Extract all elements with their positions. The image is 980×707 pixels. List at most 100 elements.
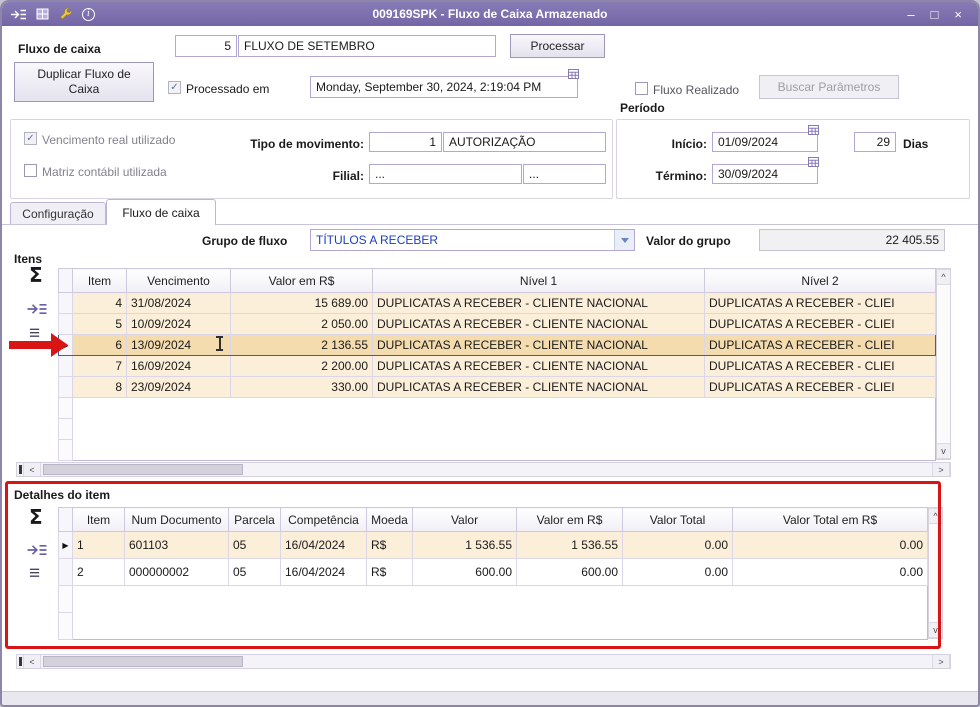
tab-configuracao[interactable]: Configuração [10, 202, 106, 224]
grid-icon[interactable] [36, 8, 49, 20]
row-selector[interactable] [59, 314, 73, 335]
calendar-icon[interactable] [568, 69, 579, 79]
fluxo-nome-field[interactable]: FLUXO DE SETEMBRO [238, 35, 496, 57]
row-selector[interactable] [59, 377, 73, 398]
scroll-track[interactable] [937, 285, 950, 443]
filial-label: Filial: [304, 169, 364, 183]
wrench-icon[interactable] [58, 7, 73, 21]
cell[interactable]: 6 [73, 335, 127, 356]
cell[interactable]: DUPLICATAS A RECEBER - CLIEI [705, 377, 936, 398]
valor-do-grupo-value: 22 405.55 [886, 233, 939, 247]
title-bar[interactable]: i 009169SPK - Fluxo de Caixa Armazenado … [2, 2, 978, 26]
cell[interactable]: 31/08/2024 [127, 293, 231, 314]
minimize-button[interactable]: – [907, 7, 914, 22]
buscar-parametros-button[interactable]: Buscar Parâmetros [759, 75, 899, 99]
cell[interactable]: DUPLICATAS A RECEBER - CLIENTE NACIONAL [373, 293, 705, 314]
processado-em-date-field[interactable]: Monday, September 30, 2024, 2:19:04 PM [310, 76, 578, 98]
empty-row [59, 419, 936, 440]
matriz-contabil-checkbox[interactable] [24, 164, 37, 177]
maximize-button[interactable]: □ [931, 7, 939, 22]
table-row[interactable]: ▶613/09/20242 136.55DUPLICATAS A RECEBER… [59, 335, 936, 356]
column-header[interactable]: Nível 2 [705, 269, 936, 293]
scroll-track[interactable] [41, 655, 932, 668]
table-row[interactable]: 431/08/202415 689.00DUPLICATAS A RECEBER… [59, 293, 936, 314]
fluxo-numero-field[interactable]: 5 [175, 35, 237, 57]
cell[interactable]: 330.00 [231, 377, 373, 398]
scroll-thumb[interactable] [43, 656, 243, 667]
itens-horizontal-scrollbar[interactable]: < > [16, 462, 951, 477]
cell[interactable]: 7 [73, 356, 127, 377]
itens-vertical-scrollbar[interactable]: ^ v [936, 268, 951, 460]
scroll-down-button[interactable]: v [937, 443, 950, 459]
cell[interactable]: 4 [73, 293, 127, 314]
cell[interactable]: 15 689.00 [231, 293, 373, 314]
row-selector-header [59, 269, 73, 293]
scroll-tick [19, 465, 22, 474]
column-header[interactable]: Vencimento [127, 269, 231, 293]
cell[interactable]: 2 200.00 [231, 356, 373, 377]
termino-date-field[interactable]: 30/09/2024 [712, 164, 818, 184]
annotation-rectangle [5, 481, 941, 649]
annotation-arrow-head [51, 333, 68, 357]
scroll-tick [19, 657, 22, 666]
valor-do-grupo-label: Valor do grupo [646, 234, 731, 248]
dias-field[interactable]: 29 [854, 132, 896, 152]
close-button[interactable]: × [954, 7, 962, 22]
filial-nome-field[interactable]: ... [523, 164, 606, 184]
vencimento-real-checkbox[interactable]: ✓ [24, 132, 37, 145]
fluxo-numero-value: 5 [224, 39, 231, 53]
cell[interactable]: DUPLICATAS A RECEBER - CLIENTE NACIONAL [373, 377, 705, 398]
scroll-left-button[interactable]: < [23, 655, 41, 668]
scroll-left-button[interactable]: < [23, 463, 41, 476]
inicio-date-field[interactable]: 01/09/2024 [712, 132, 818, 152]
sum-icon[interactable]: Σ [29, 263, 43, 287]
row-selector[interactable] [59, 356, 73, 377]
itens-table[interactable]: ItemVencimentoValor em R$Nível 1Nível 2 4… [58, 268, 936, 461]
table-row[interactable]: 716/09/20242 200.00DUPLICATAS A RECEBER … [59, 356, 936, 377]
grupo-de-fluxo-combo[interactable]: TÍTULOS A RECEBER [310, 229, 635, 251]
cell[interactable]: 5 [73, 314, 127, 335]
cell[interactable]: DUPLICATAS A RECEBER - CLIEI [705, 293, 936, 314]
fluxo-realizado-checkbox[interactable] [635, 82, 648, 95]
tab-fluxo-de-caixa[interactable]: Fluxo de caixa [106, 199, 216, 225]
calendar-icon[interactable] [808, 125, 819, 135]
inicio-label: Início: [647, 137, 707, 151]
duplicar-fluxo-button[interactable]: Duplicar Fluxo de Caixa [14, 62, 154, 102]
scroll-track[interactable] [41, 463, 932, 476]
detalhes-horizontal-scrollbar[interactable]: < > [16, 654, 951, 669]
chevron-down-icon [621, 238, 629, 243]
cell[interactable]: DUPLICATAS A RECEBER - CLIENTE NACIONAL [373, 314, 705, 335]
row-selector[interactable] [59, 293, 73, 314]
cell[interactable]: 2 136.55 [231, 335, 373, 356]
scroll-thumb[interactable] [43, 464, 243, 475]
dias-value: 29 [877, 135, 890, 149]
cell[interactable]: 16/09/2024 [127, 356, 231, 377]
column-header[interactable]: Item [73, 269, 127, 293]
cell[interactable]: DUPLICATAS A RECEBER - CLIEI [705, 335, 936, 356]
scroll-right-button[interactable]: > [932, 655, 950, 668]
cell[interactable]: 8 [73, 377, 127, 398]
calendar-icon[interactable] [808, 157, 819, 167]
tipo-movimento-nome-field[interactable]: AUTORIZAÇÃO [443, 132, 606, 152]
cell[interactable]: DUPLICATAS A RECEBER - CLIENTE NACIONAL [373, 335, 705, 356]
cell[interactable]: 2 050.00 [231, 314, 373, 335]
table-row[interactable]: 510/09/20242 050.00DUPLICATAS A RECEBER … [59, 314, 936, 335]
table-row[interactable]: 823/09/2024330.00DUPLICATAS A RECEBER - … [59, 377, 936, 398]
cell[interactable]: 23/09/2024 [127, 377, 231, 398]
scroll-up-button[interactable]: ^ [937, 269, 950, 285]
cell[interactable]: DUPLICATAS A RECEBER - CLIEI [705, 356, 936, 377]
processar-button[interactable]: Processar [510, 34, 605, 58]
scroll-right-button[interactable]: > [932, 463, 950, 476]
info-icon[interactable]: i [82, 8, 95, 21]
processado-em-checkbox[interactable]: ✓ [168, 81, 181, 94]
combo-dropdown-button[interactable] [614, 230, 634, 250]
cell[interactable]: DUPLICATAS A RECEBER - CLIENTE NACIONAL [373, 356, 705, 377]
goto-current-row-icon[interactable] [26, 302, 48, 319]
column-header[interactable]: Valor em R$ [231, 269, 373, 293]
filial-codigo-field[interactable]: ... [369, 164, 522, 184]
tipo-movimento-codigo-field[interactable]: 1 [369, 132, 442, 152]
cell[interactable]: 10/09/2024 [127, 314, 231, 335]
navigate-icon[interactable] [10, 8, 27, 21]
column-header[interactable]: Nível 1 [373, 269, 705, 293]
cell[interactable]: DUPLICATAS A RECEBER - CLIEI [705, 314, 936, 335]
